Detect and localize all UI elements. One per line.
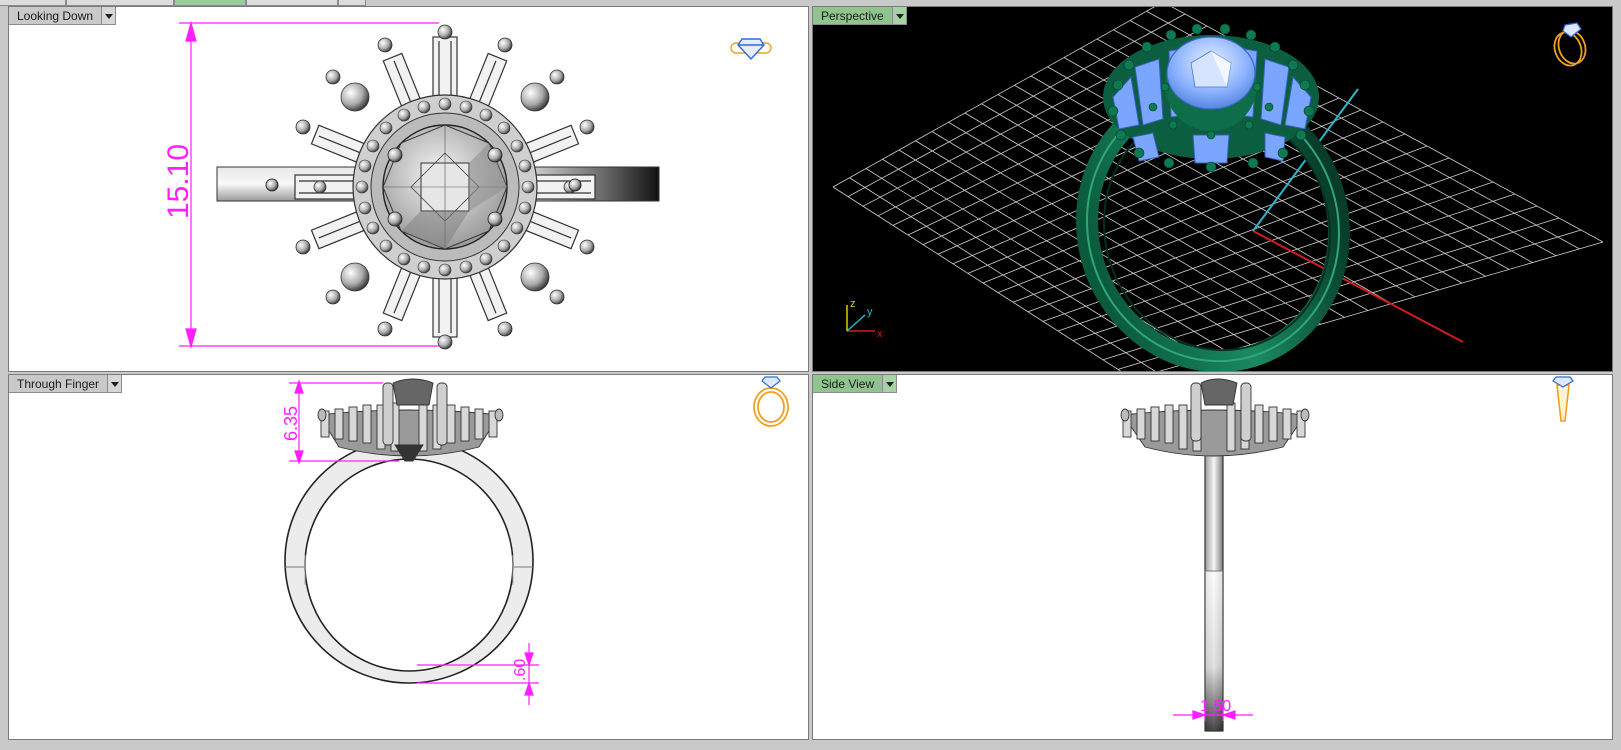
ring-front-icon (753, 376, 789, 427)
viewport-menu-dropdown-icon[interactable] (102, 7, 117, 25)
viewport-name[interactable]: Side View (813, 375, 884, 393)
viewport-label-looking-down[interactable]: Looking Down (9, 7, 117, 25)
looking-down-drawing: 15.10 (162, 20, 772, 350)
viewport-side-view[interactable]: Side View 1.50 (812, 374, 1613, 740)
viewport-name[interactable]: Perspective (813, 7, 893, 25)
dimension-band-thickness-text: .60 (512, 659, 529, 681)
ring-perspective-icon (1553, 22, 1587, 67)
ring-top-icon (730, 38, 772, 61)
axis-gizmo: x y z (846, 298, 883, 340)
viewport-label-through-finger[interactable]: Through Finger (9, 375, 123, 393)
axis-y-label: y (867, 306, 873, 318)
viewport-looking-down[interactable]: Looking Down 15.10 (8, 6, 809, 372)
halo (352, 94, 538, 280)
viewport-label-perspective[interactable]: Perspective (813, 7, 907, 25)
ring-head-side (1120, 378, 1310, 457)
ring-band-front (284, 438, 534, 684)
ring-head-3d (1103, 23, 1319, 173)
axis-x-label: x (877, 328, 883, 340)
side-view-drawing: 1.50 (1120, 376, 1574, 732)
viewport-label-side-view[interactable]: Side View (813, 375, 898, 393)
perspective-drawing: x y z (832, 7, 1604, 371)
viewport-perspective[interactable]: Perspective x y z (812, 6, 1613, 372)
viewport-name[interactable]: Looking Down (9, 7, 103, 25)
dimension-head-height-text: 6.35 (281, 406, 301, 441)
dimension-shank-width-text: 1.50 (1200, 698, 1231, 715)
through-finger-drawing: 6.35 .60 (281, 376, 789, 705)
axis-z-label: z (850, 298, 856, 310)
viewport-menu-dropdown-icon[interactable] (892, 7, 907, 25)
viewport-menu-dropdown-icon[interactable] (108, 375, 123, 393)
ring-side-icon (1552, 376, 1574, 422)
viewport-name[interactable]: Through Finger (9, 375, 109, 393)
viewport-menu-dropdown-icon[interactable] (883, 375, 898, 393)
viewport-through-finger[interactable]: Through Finger 6.35 .60 (8, 374, 809, 740)
ring-head-front (317, 378, 504, 462)
dimension-height-text: 15.10 (162, 144, 195, 219)
